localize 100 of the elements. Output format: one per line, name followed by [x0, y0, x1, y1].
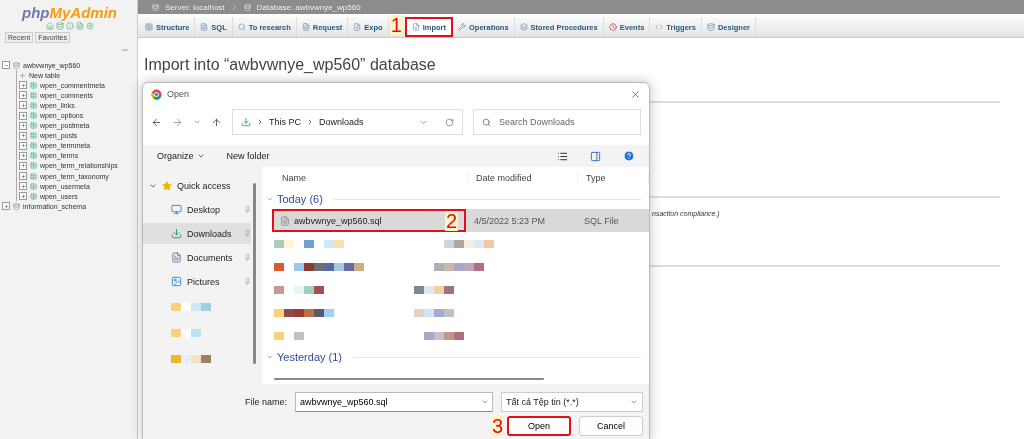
expand-icon[interactable]	[19, 182, 27, 191]
search-icon	[482, 117, 491, 127]
chevron-down-icon	[630, 398, 638, 406]
file-date: 4/5/2022 5:23 PM	[473, 215, 547, 226]
import-icon	[411, 23, 420, 31]
info-icon[interactable]	[65, 22, 74, 30]
chevron-icon	[306, 118, 314, 126]
file-name-label: File name:	[244, 397, 287, 407]
pixelated-item	[171, 302, 211, 311]
expand-icon[interactable]	[19, 192, 27, 201]
column-header[interactable]: Name	[274, 173, 468, 183]
collapse-icon[interactable]	[2, 61, 10, 70]
document-icon	[200, 23, 209, 31]
pixelated-block	[434, 262, 484, 271]
star-icon	[162, 180, 172, 191]
pixelated-block	[274, 262, 284, 271]
picture-icon	[171, 276, 182, 287]
column-header[interactable]: Date modified	[468, 173, 578, 183]
expand-icon[interactable]	[2, 202, 10, 211]
expand-icon[interactable]	[19, 162, 27, 170]
file-type: SQL File	[583, 215, 620, 226]
file-row[interactable]: awbvwnye_wp560.sql 2 4/5/2022 5:23 PM SQL File	[272, 209, 649, 232]
code-icon	[655, 23, 664, 31]
document-icon	[171, 252, 182, 263]
expand-icon[interactable]	[19, 91, 27, 100]
pixelated-block	[414, 285, 454, 294]
chevron-down-icon[interactable]	[193, 118, 201, 126]
address-bar[interactable]: This PC Downloads	[232, 109, 463, 135]
expand-icon[interactable]	[19, 131, 27, 140]
home-icon[interactable]	[45, 22, 54, 30]
chevron-icon	[230, 3, 238, 11]
dialog-button[interactable]: Cancel	[579, 416, 643, 436]
expand-icon[interactable]	[19, 81, 27, 90]
group-header[interactable]: Today (6)	[277, 193, 323, 205]
path-segment[interactable]: This PC	[269, 117, 301, 127]
back-icon[interactable]	[151, 116, 162, 128]
organize-button[interactable]: Organize	[157, 151, 205, 161]
document-icon	[301, 23, 310, 31]
layers-icon	[519, 23, 528, 31]
step-number: 3	[491, 416, 505, 436]
nav-item[interactable]: Quick access	[177, 180, 231, 191]
expand-icon[interactable]	[19, 101, 27, 110]
caret-icon	[196, 152, 205, 160]
download-icon	[171, 228, 182, 239]
file-type-select[interactable]: Tất cả Tệp tin (*.*)	[501, 392, 643, 412]
pixelated-block	[414, 308, 454, 317]
step-number: 1	[389, 15, 403, 35]
group-header[interactable]: Yesterday (1)	[277, 351, 343, 363]
pixelated-block	[424, 331, 464, 340]
wrench-icon	[458, 23, 466, 31]
path-segment[interactable]: Downloads	[319, 117, 364, 127]
monitor-icon	[171, 204, 182, 215]
search-field[interactable]: Search Downloads	[473, 109, 641, 135]
nav-item[interactable]: Desktop	[143, 199, 251, 220]
file-name: awbvwnye_wp560.sql	[294, 215, 382, 226]
download-icon	[241, 117, 251, 127]
pixelated-block	[324, 239, 344, 248]
collapse-icon[interactable]	[266, 353, 274, 361]
pixelated-block	[274, 308, 334, 317]
expand-icon[interactable]	[19, 151, 27, 160]
pin-icon	[244, 278, 251, 285]
collapse-icon[interactable]	[266, 195, 274, 203]
expand-icon[interactable]	[19, 121, 27, 130]
dialog-title: Open	[167, 89, 191, 99]
chevron-icon	[256, 118, 264, 126]
export-icon	[353, 23, 362, 31]
view-list-icon[interactable]	[557, 150, 568, 162]
pin-icon	[244, 230, 251, 237]
refresh-icon[interactable]	[445, 117, 454, 127]
pixelated-item	[171, 328, 201, 337]
forward-icon[interactable]	[172, 116, 183, 128]
pixelated-block	[274, 239, 294, 248]
pixelated-block	[444, 239, 494, 248]
new-folder-button[interactable]: New folder	[226, 151, 270, 161]
nav-item[interactable]: Documents	[143, 247, 251, 268]
nav-item[interactable]: Downloads	[143, 223, 251, 244]
help-icon[interactable]	[623, 150, 635, 162]
up-icon[interactable]	[211, 116, 222, 128]
pixelated-block	[294, 285, 324, 294]
pin-icon	[244, 254, 251, 261]
nav-item[interactable]: Pictures	[143, 271, 251, 292]
preview-pane-icon[interactable]	[590, 150, 601, 162]
step-number: 2	[444, 211, 458, 231]
dialog-button[interactable]: Open	[507, 416, 571, 436]
expand-icon[interactable]	[19, 172, 27, 181]
pixelated-block	[304, 239, 314, 248]
pixelated-block	[294, 262, 364, 271]
close-icon[interactable]	[630, 88, 641, 100]
document-icon[interactable]	[75, 22, 84, 30]
chevron-down-icon[interactable]	[481, 398, 489, 406]
settings-icon[interactable]	[85, 22, 94, 30]
page-heading: Import into “awbvwnye_wp560” database	[144, 56, 437, 74]
file-name-field[interactable]: awbvwnye_wp560.sql	[295, 392, 493, 412]
file-icon	[280, 215, 290, 226]
expand-icon[interactable]	[19, 111, 27, 120]
expand-icon[interactable]	[19, 141, 27, 150]
pin-icon	[244, 206, 251, 213]
collapse-all-icon[interactable]	[121, 46, 129, 54]
column-header[interactable]: Type	[578, 173, 649, 183]
phpmyadmin-logo: phpMyAdmin	[20, 4, 118, 21]
